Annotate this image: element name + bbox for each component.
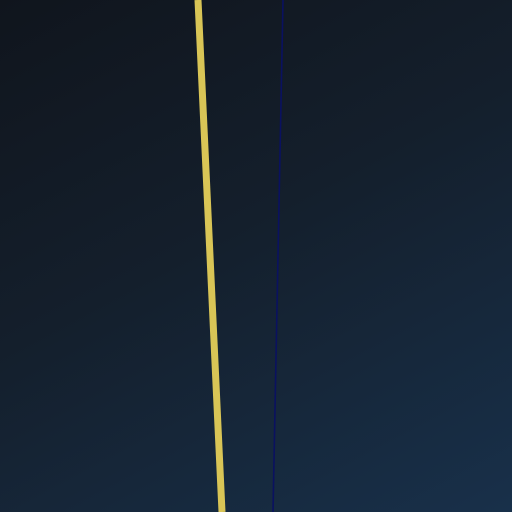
yellow-line (194, 0, 226, 512)
game-viewport[interactable] (0, 0, 512, 512)
dark-blue-line (272, 0, 284, 512)
line-layer (194, 0, 284, 512)
